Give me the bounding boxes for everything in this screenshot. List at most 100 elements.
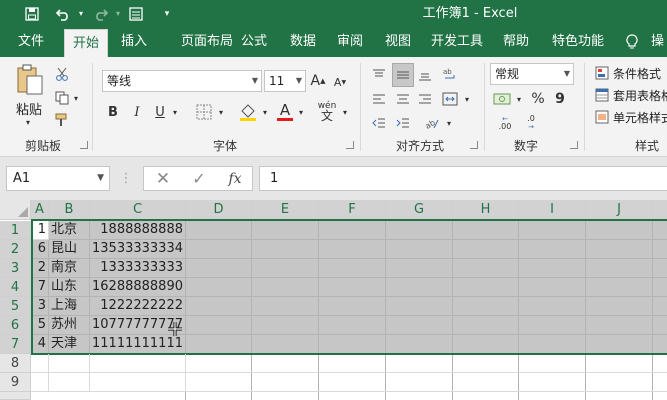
tab-insert[interactable]: 插入: [114, 27, 154, 57]
format-painter-icon[interactable]: [54, 111, 70, 129]
cell-c9[interactable]: [90, 373, 186, 392]
cell-b3[interactable]: 南京: [49, 259, 90, 278]
wrap-text-icon[interactable]: ab: [440, 63, 460, 85]
accounting-dropdown-icon[interactable]: ▾: [514, 89, 524, 109]
align-right-icon[interactable]: [416, 89, 434, 109]
column-header-f[interactable]: F: [319, 200, 386, 220]
column-header-d[interactable]: D: [186, 200, 252, 220]
orientation-dropdown-icon[interactable]: ▾: [444, 113, 454, 133]
row-header-1[interactable]: 1: [0, 221, 31, 240]
decrease-font-size-button[interactable]: A ▼: [332, 73, 348, 91]
save-icon[interactable]: [22, 4, 42, 23]
cell-b8[interactable]: [49, 354, 90, 373]
font-color-button[interactable]: A: [276, 99, 294, 123]
font-size-select[interactable]: 11 ▼: [264, 70, 306, 92]
row-header-7[interactable]: 7: [0, 335, 31, 354]
insert-function-button[interactable]: fx: [224, 168, 246, 189]
percent-style-button[interactable]: %: [530, 89, 546, 109]
borders-icon[interactable]: [194, 101, 214, 123]
phonetic-guide-button[interactable]: wén 文: [316, 99, 338, 123]
row-header-5[interactable]: 5: [0, 297, 31, 316]
accounting-format-icon[interactable]: [492, 89, 512, 109]
cell-a6[interactable]: 5: [31, 316, 49, 335]
tab-view[interactable]: 视图: [378, 27, 418, 57]
cell-a7[interactable]: 4: [31, 335, 49, 354]
align-bottom-icon[interactable]: [416, 65, 434, 85]
tab-data[interactable]: 数据: [281, 27, 325, 57]
cancel-icon[interactable]: ✕: [152, 168, 174, 189]
column-header-k[interactable]: [653, 200, 667, 220]
copy-icon[interactable]: [54, 89, 70, 107]
customize-quick-access-icon[interactable]: ▾: [160, 4, 174, 23]
cut-icon[interactable]: [54, 65, 70, 83]
merge-center-icon[interactable]: [440, 89, 460, 109]
cell-b5[interactable]: 上海: [49, 297, 90, 316]
column-header-g[interactable]: G: [386, 200, 453, 220]
cell-c3[interactable]: 1333333333: [90, 259, 186, 278]
form-icon[interactable]: [126, 4, 146, 23]
paste-icon[interactable]: [12, 63, 48, 97]
cell-b1[interactable]: 北京: [49, 221, 90, 240]
row-8-cells[interactable]: [186, 354, 667, 373]
cell-c5[interactable]: 1222222222: [90, 297, 186, 316]
cell-a5[interactable]: 3: [31, 297, 49, 316]
cell-a4[interactable]: 7: [31, 278, 49, 297]
font-color-dropdown-icon[interactable]: ▾: [296, 101, 306, 123]
phonetic-dropdown-icon[interactable]: ▾: [340, 101, 350, 123]
conditional-formatting-icon[interactable]: [594, 65, 610, 81]
column-header-j[interactable]: J: [586, 200, 653, 220]
cell-b7[interactable]: 天津: [49, 335, 90, 354]
align-center-icon[interactable]: [394, 89, 412, 109]
cell-a9[interactable]: [31, 373, 49, 392]
lightbulb-icon[interactable]: [624, 27, 640, 57]
column-header-a[interactable]: A: [31, 200, 49, 220]
column-header-b[interactable]: B: [49, 200, 90, 220]
tab-review[interactable]: 审阅: [330, 27, 370, 57]
tab-file[interactable]: 文件: [8, 27, 54, 57]
conditional-formatting-label[interactable]: 条件格式: [613, 65, 661, 82]
cell-a3[interactable]: 2: [31, 259, 49, 278]
number-format-select[interactable]: 常规 ▼: [490, 63, 574, 85]
redo-dropdown-icon[interactable]: ▾: [113, 4, 123, 23]
increase-indent-icon[interactable]: [394, 113, 412, 133]
cell-a8[interactable]: [31, 354, 49, 373]
redo-icon[interactable]: [90, 4, 112, 23]
enter-icon[interactable]: ✓: [188, 168, 210, 189]
borders-dropdown-icon[interactable]: ▾: [216, 101, 226, 123]
clipboard-launcher-icon[interactable]: [80, 141, 88, 149]
decrease-indent-icon[interactable]: [370, 113, 388, 133]
row-header-2[interactable]: 2: [0, 240, 31, 259]
tab-formulas[interactable]: 公式: [232, 27, 276, 57]
align-middle-icon[interactable]: [392, 63, 414, 87]
formula-bar-options-icon[interactable]: ⋮: [118, 167, 134, 190]
increase-decimal-button[interactable]: ← .00: [494, 113, 516, 133]
tab-developer[interactable]: 开发工具: [426, 27, 488, 57]
fill-color-icon[interactable]: [238, 101, 258, 123]
undo-dropdown-icon[interactable]: ▾: [76, 4, 86, 23]
cell-styles-label[interactable]: 单元格样式: [613, 109, 667, 126]
cell-c4[interactable]: 16288888890: [90, 278, 186, 297]
underline-dropdown-icon[interactable]: ▾: [170, 101, 180, 123]
cell-b2[interactable]: 昆山: [49, 240, 90, 259]
cell-b6[interactable]: 苏州: [49, 316, 90, 335]
cell-c2[interactable]: 13533333334: [90, 240, 186, 259]
row-header-3[interactable]: 3: [0, 259, 31, 278]
row-header-6[interactable]: 6: [0, 316, 31, 335]
format-as-table-label[interactable]: 套用表格格: [613, 87, 667, 104]
orientation-icon[interactable]: ab: [422, 113, 442, 133]
cell-styles-icon[interactable]: [594, 109, 610, 125]
increase-font-size-button[interactable]: A ▲: [310, 71, 326, 91]
comma-style-button[interactable]: 9: [552, 89, 568, 109]
row-header-4[interactable]: 4: [0, 278, 31, 297]
column-header-h[interactable]: H: [453, 200, 519, 220]
cell-a2[interactable]: 6: [31, 240, 49, 259]
column-header-c[interactable]: C: [90, 200, 186, 220]
copy-dropdown-icon[interactable]: ▾: [72, 89, 80, 107]
column-header-i[interactable]: I: [519, 200, 586, 220]
column-header-e[interactable]: E: [252, 200, 319, 220]
cell-a1[interactable]: 1: [31, 221, 49, 240]
formula-input[interactable]: 1: [259, 166, 667, 191]
tab-home[interactable]: 开始: [64, 29, 108, 57]
fill-color-dropdown-icon[interactable]: ▾: [260, 101, 270, 123]
row-header-8[interactable]: 8: [0, 354, 31, 373]
